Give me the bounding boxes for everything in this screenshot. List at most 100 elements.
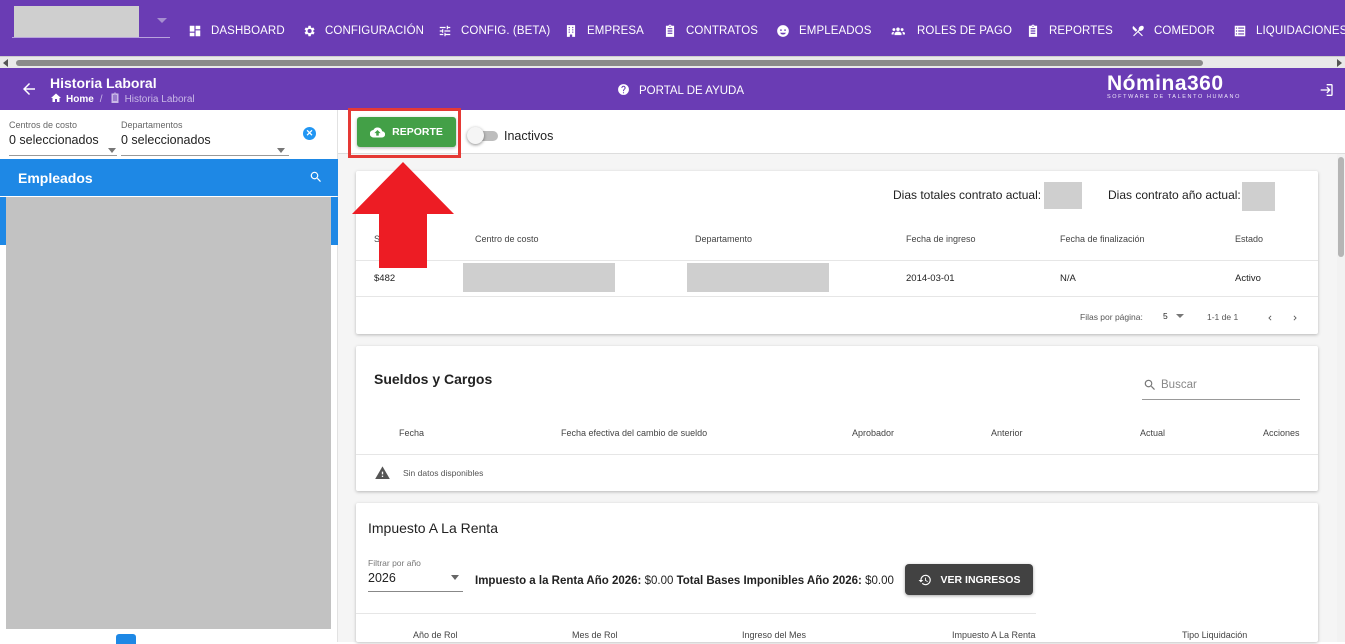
- nav-liquidaciones[interactable]: LIQUIDACIONES: [1233, 22, 1345, 40]
- column-header[interactable]: Centro de costo: [475, 234, 539, 244]
- column-header[interactable]: Mes de Rol: [572, 630, 618, 640]
- employee-pagination[interactable]: [0, 630, 338, 644]
- rows-per-page-select[interactable]: 5: [1163, 311, 1168, 321]
- inactive-toggle[interactable]: [467, 127, 498, 144]
- nav-label: CONFIG. (BETA): [461, 25, 551, 37]
- filter-label: Centros de costo: [9, 120, 78, 130]
- tax-label: Impuesto a la Renta Año 2026:: [475, 575, 642, 587]
- column-header[interactable]: Estado: [1235, 234, 1263, 244]
- top-navigation: DASHBOARD CONFIGURACIÓN CONFIG. (BETA) E…: [0, 0, 1345, 60]
- toggle-knob[interactable]: [467, 127, 484, 144]
- column-header[interactable]: Anterior: [991, 428, 1023, 438]
- main-content: REPORTE Inactivos Dias totales contrato …: [338, 108, 1345, 642]
- clipboard-icon: [109, 92, 125, 107]
- prev-page-icon[interactable]: [1265, 310, 1275, 328]
- nav-reportes[interactable]: REPORTES: [1026, 22, 1113, 40]
- days-year-label: Dias contrato año actual:: [1108, 188, 1241, 202]
- view-income-button[interactable]: VER INGRESOS: [905, 564, 1033, 595]
- gear-icon: [302, 24, 316, 38]
- back-arrow-icon[interactable]: [20, 80, 38, 98]
- column-header[interactable]: Ingreso del Mes: [742, 630, 806, 640]
- chevron-down-icon: [1176, 314, 1184, 318]
- page-range: 1-1 de 1: [1207, 312, 1239, 322]
- divider: [356, 296, 1318, 297]
- column-header[interactable]: Actual: [1140, 428, 1165, 438]
- chevron-down-icon: [108, 148, 116, 153]
- scrollbar-thumb[interactable]: [16, 60, 1203, 66]
- column-header[interactable]: Acciones: [1263, 428, 1300, 438]
- nav-contratos[interactable]: CONTRATOS: [663, 22, 758, 40]
- report-icon: [1026, 24, 1040, 38]
- empty-state: Sin datos disponibles: [374, 465, 483, 481]
- dashboard-icon: [188, 24, 202, 38]
- sidebar: Centros de costo 0 seleccionados Departa…: [0, 110, 338, 644]
- nav-empresa[interactable]: EMPRESA: [564, 22, 644, 40]
- nav-empleados[interactable]: EMPLEADOS: [776, 22, 871, 40]
- nav-label: EMPLEADOS: [799, 25, 872, 37]
- year-filter-select[interactable]: Filtrar por año 2026: [368, 558, 463, 592]
- logout-icon[interactable]: [1318, 82, 1334, 98]
- main-toolbar: REPORTE Inactivos: [338, 108, 1345, 158]
- tax-summary: Impuesto a la Renta Año 2026: $0.00 Tota…: [475, 575, 894, 587]
- nav-dashboard[interactable]: DASHBOARD: [188, 22, 285, 40]
- help-portal-link[interactable]: PORTAL DE AYUDA: [617, 83, 744, 99]
- column-header[interactable]: Tipo Liquidación: [1182, 630, 1247, 640]
- start-date-cell: 2014-03-01: [906, 273, 955, 284]
- cost-center-filter[interactable]: Centros de costo 0 seleccionados: [9, 120, 117, 156]
- next-page-icon[interactable]: [1290, 310, 1300, 328]
- column-header[interactable]: Fecha efectiva del cambio de sueldo: [561, 428, 707, 438]
- page-current[interactable]: [116, 634, 136, 644]
- end-date-cell: N/A: [1060, 273, 1076, 284]
- nav-config-beta[interactable]: CONFIG. (BETA): [438, 22, 550, 40]
- nav-label: CONFIGURACIÓN: [325, 25, 425, 37]
- income-tax-card: Impuesto A La Renta Filtrar por año 2026…: [356, 503, 1318, 642]
- brand-tagline: SOFTWARE DE TALENTO HUMANO: [1107, 94, 1241, 100]
- breadcrumb-home[interactable]: Home: [66, 94, 94, 105]
- search-placeholder: Buscar: [1161, 379, 1197, 391]
- company-select[interactable]: [12, 6, 170, 38]
- breadcrumb: Home / Historia Laboral: [50, 92, 195, 107]
- cost-center-cell-redacted: [463, 263, 615, 292]
- section-title: Impuesto A La Renta: [368, 520, 498, 536]
- list-icon: [1233, 24, 1247, 38]
- nav-roles-de-pago[interactable]: ROLES DE PAGO: [888, 22, 1012, 40]
- breadcrumb-separator: /: [99, 94, 103, 105]
- scroll-left-icon[interactable]: [3, 59, 8, 67]
- days-total-label: Dias totales contrato actual:: [893, 188, 1042, 202]
- column-header[interactable]: Fecha: [399, 428, 424, 438]
- inactive-label: Inactivos: [504, 129, 554, 143]
- nav-comedor[interactable]: COMEDOR: [1131, 22, 1215, 40]
- column-header[interactable]: Departamento: [695, 234, 752, 244]
- nav-configuracion[interactable]: CONFIGURACIÓN: [302, 22, 424, 40]
- filter-label: Filtrar por año: [368, 558, 421, 568]
- nav-label: REPORTES: [1049, 25, 1113, 37]
- vertical-scrollbar[interactable]: [1337, 154, 1345, 642]
- tax-base-value: $0.00: [865, 575, 894, 587]
- divider: [356, 613, 1036, 614]
- tax-base-label: Total Bases Imponibles Año 2026:: [676, 575, 862, 587]
- divider: [356, 454, 1318, 455]
- column-header[interactable]: Año de Rol: [413, 630, 458, 640]
- sliders-icon: [438, 24, 452, 38]
- brand-name: Nómina360: [1107, 72, 1224, 95]
- clear-filters-icon[interactable]: ✕: [303, 127, 316, 140]
- rows-per-page-label: Filas por página:: [1080, 312, 1143, 322]
- nav-scrollbar[interactable]: [0, 56, 1345, 68]
- chevron-down-icon: [157, 18, 167, 23]
- search-input[interactable]: Buscar: [1142, 375, 1300, 400]
- divider: [356, 260, 1318, 261]
- column-header[interactable]: Impuesto A La Renta: [952, 630, 1036, 640]
- column-header[interactable]: Fecha de ingreso: [906, 234, 976, 244]
- scrollbar-thumb[interactable]: [1338, 157, 1344, 257]
- column-header[interactable]: Aprobador: [852, 428, 894, 438]
- column-header[interactable]: Fecha de finalización: [1060, 234, 1145, 244]
- divider: [9, 155, 117, 156]
- employee-list-redacted[interactable]: [6, 197, 331, 629]
- search-icon: [1144, 379, 1155, 390]
- search-icon[interactable]: [309, 170, 323, 184]
- department-filter[interactable]: Departamentos 0 seleccionados: [121, 120, 289, 156]
- scroll-right-icon[interactable]: [1337, 59, 1342, 67]
- chevron-down-icon: [451, 575, 459, 580]
- home-icon: [50, 92, 66, 107]
- empty-label: Sin datos disponibles: [403, 468, 484, 478]
